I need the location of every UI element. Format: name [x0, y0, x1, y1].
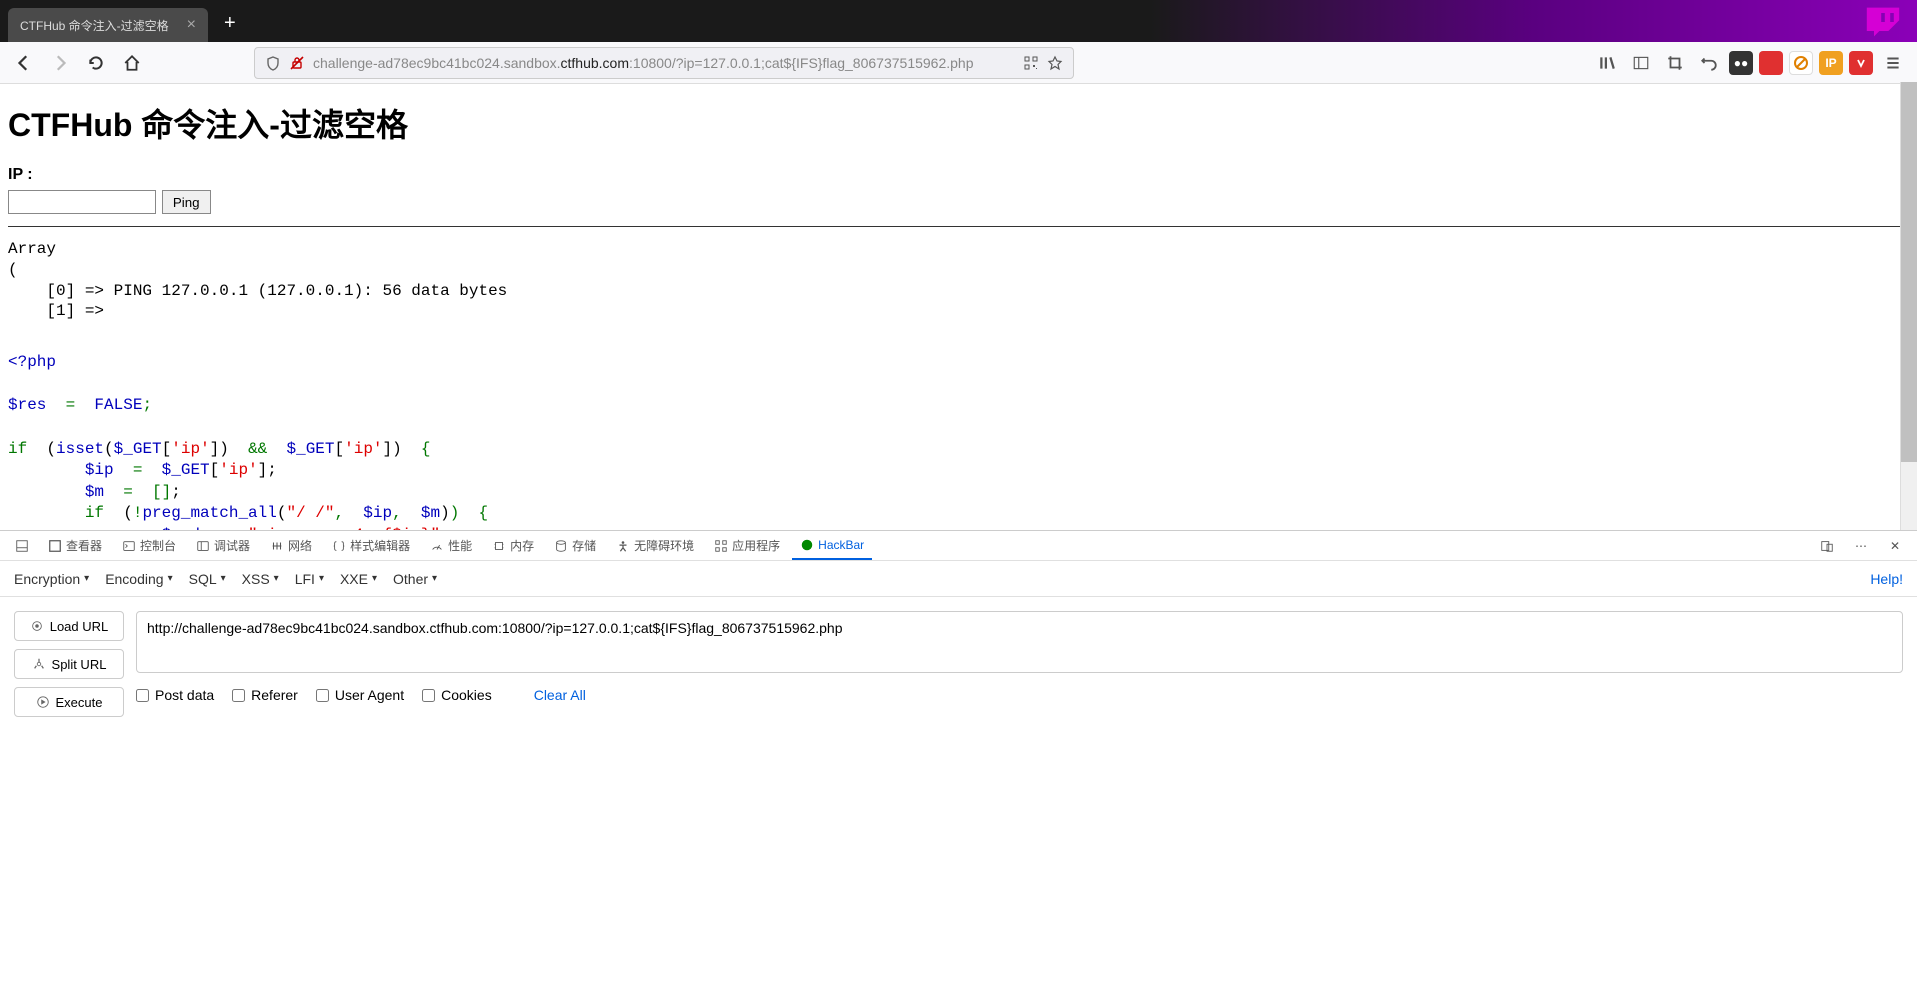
load-url-button[interactable]: Load URL — [14, 611, 124, 641]
tab-network[interactable]: 网络 — [262, 531, 320, 560]
opt-referer[interactable]: Referer — [232, 687, 298, 703]
opt-postdata[interactable]: Post data — [136, 687, 214, 703]
browser-tab[interactable]: CTFHub 命令注入-过滤空格 × — [8, 8, 208, 42]
hackbar-url-input[interactable] — [136, 611, 1903, 673]
split-url-button[interactable]: Split URL — [14, 649, 124, 679]
dd-lfi[interactable]: LFI ▾ — [295, 571, 324, 587]
tab-debugger[interactable]: 调试器 — [188, 531, 258, 560]
undo-icon[interactable] — [1695, 49, 1723, 77]
forward-button[interactable] — [46, 49, 74, 77]
ext-icon-2[interactable] — [1759, 51, 1783, 75]
new-tab-button[interactable]: + — [224, 12, 236, 35]
browser-titlebar: CTFHub 命令注入-过滤空格 × + — [0, 0, 1917, 42]
sidebar-icon[interactable] — [1627, 49, 1655, 77]
ip-icon[interactable]: IP — [1819, 51, 1843, 75]
page-content: CTFHub 命令注入-过滤空格 IP : Ping Array ( [0] =… — [0, 84, 1917, 530]
close-icon[interactable]: × — [187, 16, 196, 34]
dd-other[interactable]: Other ▾ — [393, 571, 437, 587]
url-text: challenge-ad78ec9bc41bc024.sandbox.ctfhu… — [313, 55, 1015, 71]
twitch-icon — [1859, 4, 1907, 40]
menu-button[interactable] — [1879, 49, 1907, 77]
play-icon — [36, 695, 50, 709]
hackbar-main: Load URL Split URL Execute Post data Ref… — [0, 597, 1917, 994]
tab-accessibility[interactable]: 无障碍环境 — [608, 531, 702, 560]
load-icon — [30, 619, 44, 633]
ip-input[interactable] — [8, 190, 156, 214]
responsive-icon[interactable] — [1813, 532, 1841, 560]
dd-xss[interactable]: XSS ▾ — [242, 571, 279, 587]
php-source: <?php $res = FALSE; if (isset($_GET['ip'… — [8, 352, 1909, 530]
dd-xxe[interactable]: XXE ▾ — [340, 571, 377, 587]
tab-inspector[interactable]: 查看器 — [40, 531, 110, 560]
dd-sql[interactable]: SQL ▾ — [189, 571, 226, 587]
devtools-tabs: 查看器 控制台 调试器 网络 样式编辑器 性能 内存 存储 无障碍环境 应用程序… — [0, 531, 1917, 561]
divider — [8, 226, 1909, 227]
tab-console[interactable]: 控制台 — [114, 531, 184, 560]
opt-cookies[interactable]: Cookies — [422, 687, 492, 703]
opt-useragent[interactable]: User Agent — [316, 687, 404, 703]
split-icon — [32, 657, 46, 671]
page-title: CTFHub 命令注入-过滤空格 — [8, 100, 1909, 146]
bookmark-star-icon[interactable] — [1047, 55, 1063, 71]
crop-icon[interactable] — [1661, 49, 1689, 77]
clear-all-link[interactable]: Clear All — [534, 687, 586, 703]
tab-performance[interactable]: 性能 — [422, 531, 480, 560]
dd-encoding[interactable]: Encoding ▾ — [105, 571, 172, 587]
library-icon[interactable] — [1593, 49, 1621, 77]
home-button[interactable] — [118, 49, 146, 77]
reload-button[interactable] — [82, 49, 110, 77]
execute-button[interactable]: Execute — [14, 687, 124, 717]
qr-icon[interactable] — [1023, 55, 1039, 71]
back-button[interactable] — [10, 49, 38, 77]
more-icon[interactable]: ⋯ — [1847, 532, 1875, 560]
lock-slash-icon — [289, 55, 305, 71]
devtools-panel: 查看器 控制台 调试器 网络 样式编辑器 性能 内存 存储 无障碍环境 应用程序… — [0, 530, 1917, 994]
tab-hackbar[interactable]: HackBar — [792, 532, 872, 560]
ping-button[interactable]: Ping — [162, 190, 211, 214]
hackbar-toolbar: Encryption ▾ Encoding ▾ SQL ▾ XSS ▾ LFI … — [0, 561, 1917, 597]
devtools-close-icon[interactable]: ✕ — [1881, 532, 1909, 560]
ext-icon-red[interactable] — [1849, 51, 1873, 75]
help-link[interactable]: Help! — [1870, 571, 1903, 587]
dd-encryption[interactable]: Encryption ▾ — [14, 571, 89, 587]
array-output: Array ( [0] => PING 127.0.0.1 (127.0.0.1… — [8, 239, 1909, 322]
tab-application[interactable]: 应用程序 — [706, 531, 788, 560]
scrollbar-thumb[interactable] — [1901, 82, 1917, 462]
shield-icon — [265, 55, 281, 71]
scrollbar[interactable] — [1900, 82, 1917, 530]
tab-memory[interactable]: 内存 — [484, 531, 542, 560]
url-bar[interactable]: challenge-ad78ec9bc41bc024.sandbox.ctfhu… — [254, 47, 1074, 79]
noscript-icon[interactable] — [1789, 51, 1813, 75]
tab-storage[interactable]: 存储 — [546, 531, 604, 560]
ip-label: IP : — [8, 166, 1909, 184]
tab-style-editor[interactable]: 样式编辑器 — [324, 531, 418, 560]
tab-title: CTFHub 命令注入-过滤空格 — [20, 17, 169, 34]
browser-toolbar: challenge-ad78ec9bc41bc024.sandbox.ctfhu… — [0, 42, 1917, 84]
devtools-dock-icon[interactable] — [8, 532, 36, 560]
ext-icon-1[interactable]: ●● — [1729, 51, 1753, 75]
